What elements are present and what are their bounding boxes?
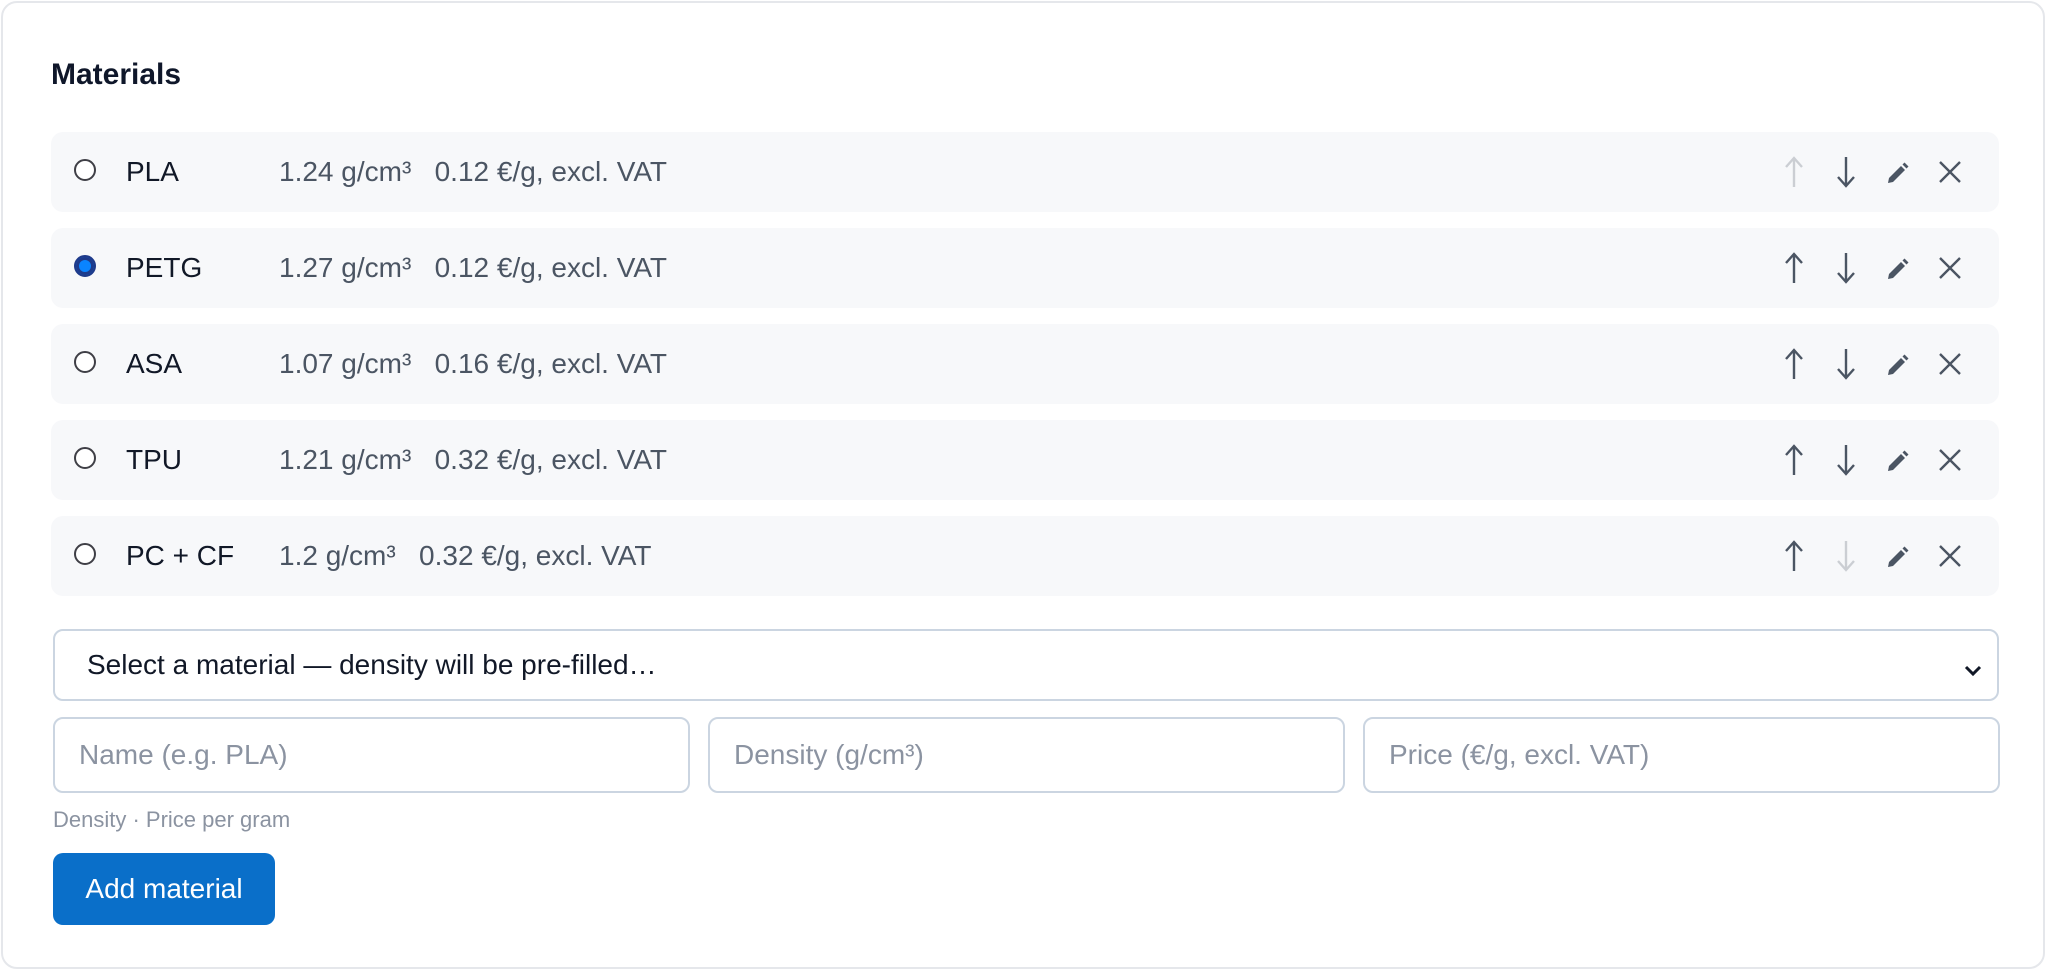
material-row: PETG 1.27 g/cm³ 0.12 €/g, excl. VAT	[51, 228, 1999, 308]
arrow-down-icon[interactable]	[1833, 248, 1859, 288]
select-value: Select a material — density will be pre-…	[87, 649, 657, 680]
pencil-icon[interactable]	[1885, 152, 1911, 192]
row-actions	[1781, 248, 1963, 288]
material-row: ASA 1.07 g/cm³ 0.16 €/g, excl. VAT	[51, 324, 1999, 404]
form-hint: Density · Price per gram	[53, 807, 291, 832]
arrow-down-icon[interactable]	[1833, 152, 1859, 192]
material-row: PC + CF 1.2 g/cm³ 0.32 €/g, excl. VAT	[51, 516, 1999, 596]
materials-card: Materials PLA 1.24 g/cm³ 0.12 €/g, excl.…	[1, 1, 2045, 969]
material-row: PLA 1.24 g/cm³ 0.12 €/g, excl. VAT	[51, 132, 1999, 212]
close-icon[interactable]	[1937, 152, 1963, 192]
close-icon[interactable]	[1937, 248, 1963, 288]
material-details: 1.24 g/cm³ 0.12 €/g, excl. VAT	[279, 156, 668, 187]
row-actions	[1781, 440, 1963, 480]
material-row: TPU 1.21 g/cm³ 0.32 €/g, excl. VAT	[51, 420, 1999, 500]
material-radio[interactable]	[74, 159, 96, 181]
material-radio[interactable]	[74, 447, 96, 469]
arrow-up-icon[interactable]	[1781, 440, 1807, 480]
new-material-fields	[53, 717, 2000, 793]
material-radio[interactable]	[74, 255, 96, 277]
close-icon[interactable]	[1937, 440, 1963, 480]
material-name: PC + CF	[126, 540, 235, 571]
close-icon[interactable]	[1937, 536, 1963, 576]
add-material-button[interactable]: Add material	[53, 853, 275, 925]
material-name: TPU	[126, 444, 182, 475]
row-actions	[1781, 536, 1963, 576]
pencil-icon[interactable]	[1885, 536, 1911, 576]
arrow-down-icon[interactable]	[1833, 440, 1859, 480]
arrow-down-icon[interactable]	[1833, 344, 1859, 384]
density-input[interactable]	[708, 717, 1345, 793]
pencil-icon[interactable]	[1885, 344, 1911, 384]
pencil-icon[interactable]	[1885, 248, 1911, 288]
material-details: 1.07 g/cm³ 0.16 €/g, excl. VAT	[279, 348, 668, 379]
material-name: ASA	[126, 348, 183, 379]
arrow-up-icon[interactable]	[1781, 152, 1807, 192]
pencil-icon[interactable]	[1885, 440, 1911, 480]
material-name: PLA	[126, 156, 179, 187]
arrow-up-icon[interactable]	[1781, 344, 1807, 384]
material-radio[interactable]	[74, 351, 96, 373]
price-input[interactable]	[1363, 717, 2000, 793]
name-input[interactable]	[53, 717, 690, 793]
materials-list: PLA 1.24 g/cm³ 0.12 €/g, excl. VAT PETG …	[51, 132, 1999, 612]
material-preset-select[interactable]: Select a material — density will be pre-…	[53, 629, 1999, 701]
material-details: 1.2 g/cm³ 0.32 €/g, excl. VAT	[279, 540, 652, 571]
close-icon[interactable]	[1937, 344, 1963, 384]
material-details: 1.21 g/cm³ 0.32 €/g, excl. VAT	[279, 444, 668, 475]
arrow-down-icon[interactable]	[1833, 536, 1859, 576]
section-title: Materials	[51, 58, 182, 91]
material-name: PETG	[126, 252, 203, 283]
row-actions	[1781, 344, 1963, 384]
material-radio[interactable]	[74, 543, 96, 565]
arrow-up-icon[interactable]	[1781, 248, 1807, 288]
chevron-down-icon	[1963, 655, 1983, 687]
row-actions	[1781, 152, 1963, 192]
material-details: 1.27 g/cm³ 0.12 €/g, excl. VAT	[279, 252, 668, 283]
arrow-up-icon[interactable]	[1781, 536, 1807, 576]
